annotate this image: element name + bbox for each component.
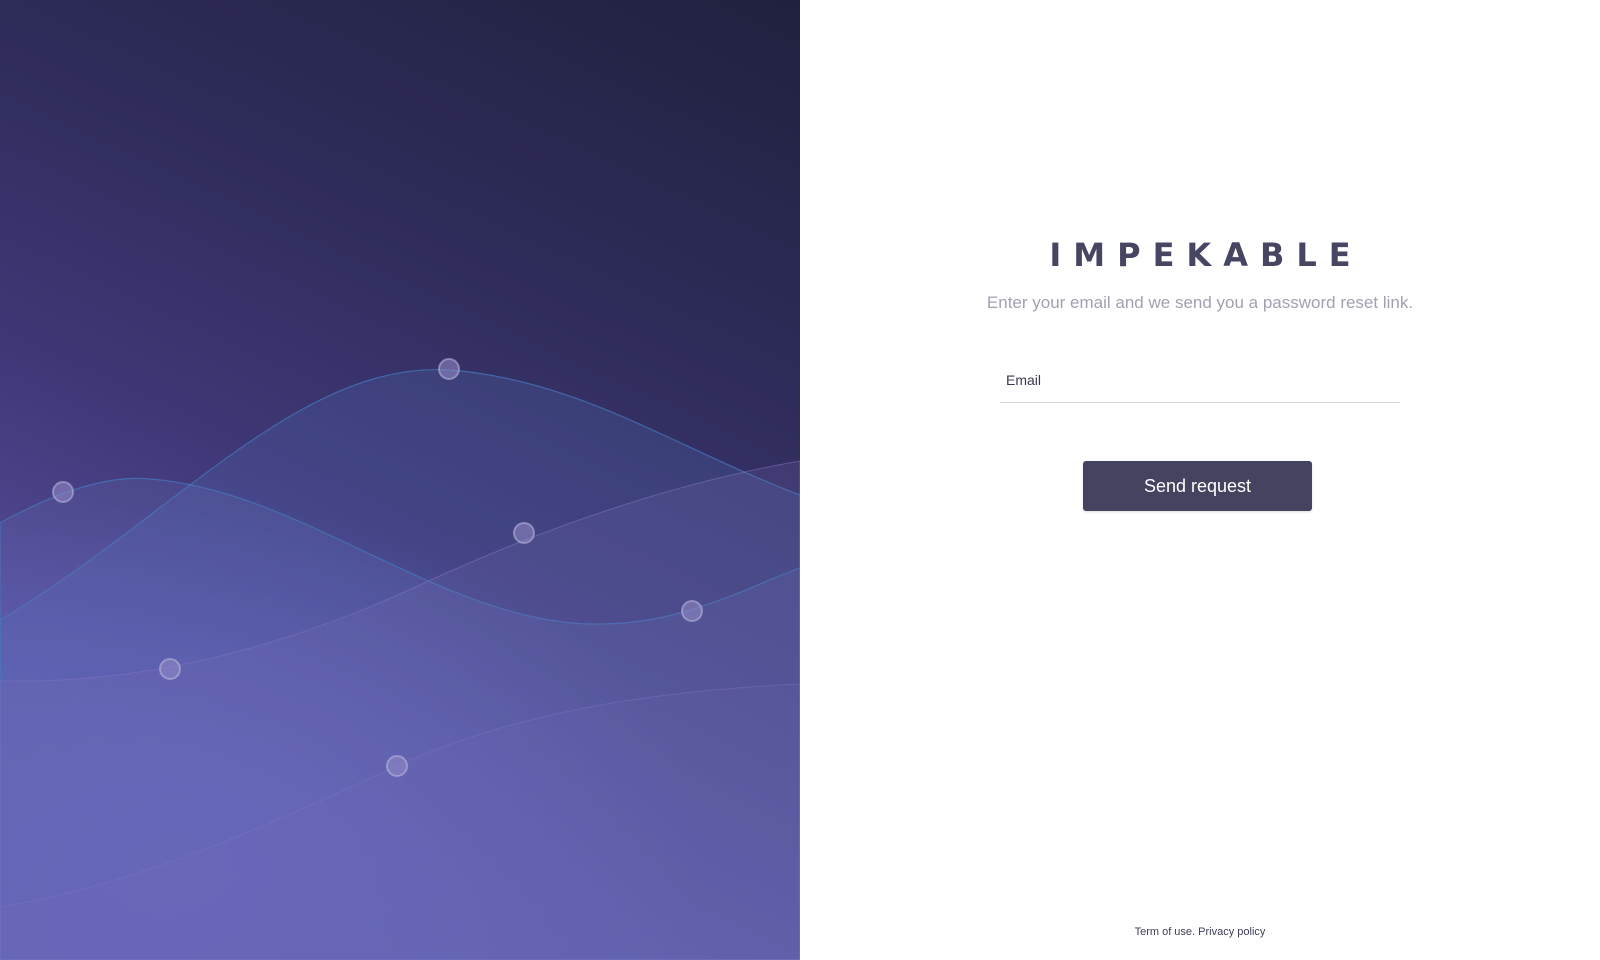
email-input[interactable] xyxy=(1000,360,1400,400)
reset-instructions: Enter your email and we send you a passw… xyxy=(986,293,1414,312)
terms-of-use-link[interactable]: Term of use. xyxy=(1135,926,1196,938)
privacy-policy-link[interactable]: Privacy policy xyxy=(1198,926,1265,938)
reset-form-panel: IMPEKABLE Enter your email and we send y… xyxy=(800,0,1600,960)
wave-node xyxy=(52,481,74,503)
wave-illustration xyxy=(0,358,800,960)
email-field-wrapper xyxy=(1000,360,1400,403)
reset-password-page: IMPEKABLE Enter your email and we send y… xyxy=(0,0,1600,960)
wave-node xyxy=(681,600,703,622)
brand-logo: IMPEKABLE xyxy=(1049,236,1363,274)
wave-node xyxy=(513,522,535,544)
wave-node xyxy=(438,358,460,380)
decorative-hero-panel xyxy=(0,0,800,960)
send-request-button[interactable]: Send request xyxy=(1083,461,1312,511)
footer-links: Term of use. Privacy policy xyxy=(800,926,1600,938)
wave-node xyxy=(159,658,181,680)
wave-node xyxy=(386,755,408,777)
